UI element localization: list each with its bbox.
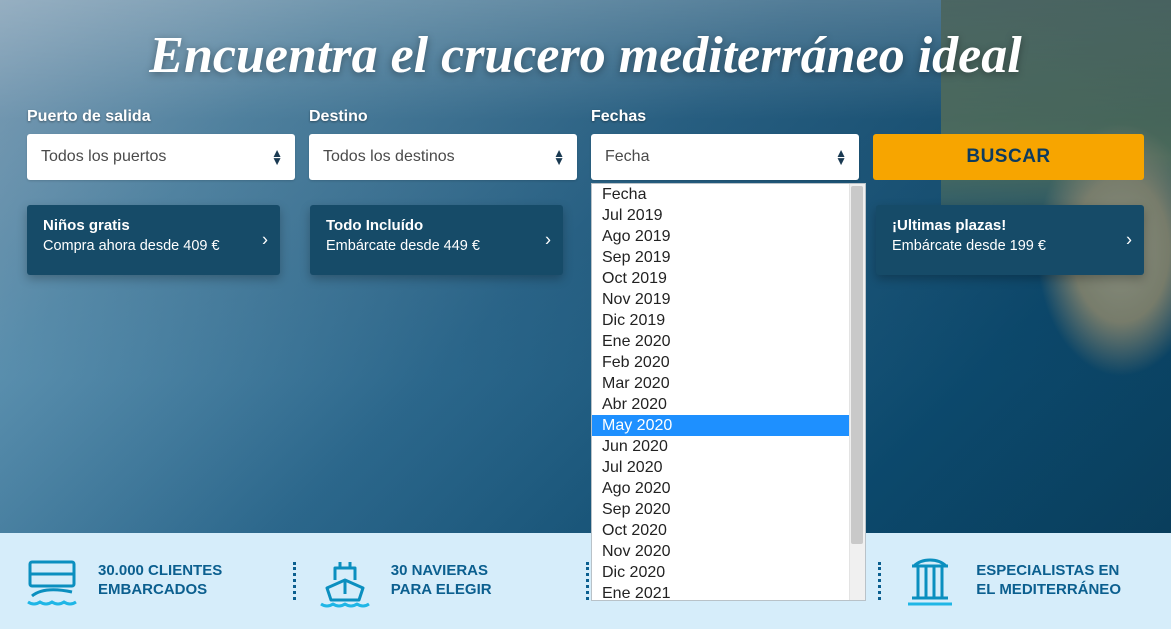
date-option[interactable]: Jul 2020 — [592, 457, 865, 478]
scrollbar-thumb[interactable] — [851, 186, 863, 544]
feature-line2: EMBARCADOS — [98, 581, 222, 600]
ship-icon — [317, 554, 373, 608]
feature-line2: PARA ELEGIR — [391, 581, 492, 600]
sort-icon: ▲▼ — [553, 149, 565, 165]
date-option[interactable]: Ene 2021 — [592, 583, 865, 600]
feature-navieras: 30 NAVIERAS PARA ELEGIR — [293, 554, 586, 608]
hero: Encuentra el crucero mediterráneo ideal … — [0, 0, 1171, 629]
promo-card-last-places[interactable]: ¡Ultimas plazas! Embárcate desde 199 € › — [876, 205, 1144, 275]
date-option[interactable]: Dic 2020 — [592, 562, 865, 583]
promo-title: ¡Ultimas plazas! — [892, 217, 1100, 234]
promo-card-kids-free[interactable]: Niños gratis Compra ahora desde 409 € › — [27, 205, 280, 275]
feature-line1: 30 NAVIERAS — [391, 562, 492, 581]
features-bar: 30.000 CLIENTES EMBARCADOS 30 NAVIERAS P… — [0, 533, 1171, 629]
date-option[interactable]: Sep 2019 — [592, 247, 865, 268]
date-option[interactable]: Sep 2020 — [592, 499, 865, 520]
port-select-value: Todos los puertos — [41, 148, 166, 166]
feature-clients: 30.000 CLIENTES EMBARCADOS — [0, 556, 293, 606]
date-option[interactable]: Nov 2019 — [592, 289, 865, 310]
promo-card-all-inclusive[interactable]: Todo Incluído Embárcate desde 449 € › — [310, 205, 563, 275]
label-destination: Destino — [309, 108, 577, 126]
date-dropdown-list[interactable]: FechaJul 2019Ago 2019Sep 2019Oct 2019Nov… — [592, 184, 865, 600]
destination-select-value: Todos los destinos — [323, 148, 455, 166]
date-option[interactable]: Feb 2020 — [592, 352, 865, 373]
ticket-ship-icon — [24, 556, 80, 606]
date-option[interactable]: Fecha — [592, 184, 865, 205]
sort-icon: ▲▼ — [271, 149, 283, 165]
scrollbar[interactable] — [849, 184, 865, 600]
hero-title: Encuentra el crucero mediterráneo ideal — [0, 26, 1171, 85]
search-button[interactable]: BUSCAR — [873, 134, 1144, 180]
date-option[interactable]: Jul 2019 — [592, 205, 865, 226]
date-option[interactable]: Ago 2020 — [592, 478, 865, 499]
promo-title: Todo Incluído — [326, 217, 519, 234]
chevron-right-icon: › — [1126, 230, 1132, 251]
chevron-right-icon: › — [545, 230, 551, 251]
date-option[interactable]: Ago 2019 — [592, 226, 865, 247]
feature-specialists: ESPECIALISTAS EN EL MEDITERRÁNEO — [878, 554, 1171, 608]
date-option[interactable]: Dic 2019 — [592, 310, 865, 331]
feature-line1: ESPECIALISTAS EN — [976, 562, 1121, 581]
sort-icon: ▲▼ — [835, 149, 847, 165]
date-select[interactable]: Fecha ▲▼ — [591, 134, 859, 180]
date-option[interactable]: Oct 2020 — [592, 520, 865, 541]
promo-subtitle: Embárcate desde 449 € — [326, 238, 519, 254]
date-dropdown: FechaJul 2019Ago 2019Sep 2019Oct 2019Nov… — [591, 183, 866, 601]
label-port: Puerto de salida — [27, 108, 295, 126]
port-select[interactable]: Todos los puertos ▲▼ — [27, 134, 295, 180]
date-option[interactable]: Jun 2020 — [592, 436, 865, 457]
search-bar: Puerto de salida Destino Fechas Todos lo… — [27, 108, 1144, 180]
label-dates: Fechas — [591, 108, 859, 126]
promo-subtitle: Embárcate desde 199 € — [892, 238, 1100, 254]
date-option[interactable]: Ene 2020 — [592, 331, 865, 352]
chevron-right-icon: › — [262, 230, 268, 251]
date-option[interactable]: Oct 2019 — [592, 268, 865, 289]
date-option[interactable]: Nov 2020 — [592, 541, 865, 562]
promo-row: Niños gratis Compra ahora desde 409 € › … — [27, 205, 1144, 275]
column-icon — [902, 554, 958, 608]
date-option[interactable]: May 2020 — [592, 415, 865, 436]
destination-select[interactable]: Todos los destinos ▲▼ — [309, 134, 577, 180]
promo-subtitle: Compra ahora desde 409 € — [43, 238, 236, 254]
date-select-value: Fecha — [605, 148, 649, 166]
date-option[interactable]: Mar 2020 — [592, 373, 865, 394]
feature-line2: EL MEDITERRÁNEO — [976, 581, 1121, 600]
feature-line1: 30.000 CLIENTES — [98, 562, 222, 581]
promo-title: Niños gratis — [43, 217, 236, 234]
date-option[interactable]: Abr 2020 — [592, 394, 865, 415]
